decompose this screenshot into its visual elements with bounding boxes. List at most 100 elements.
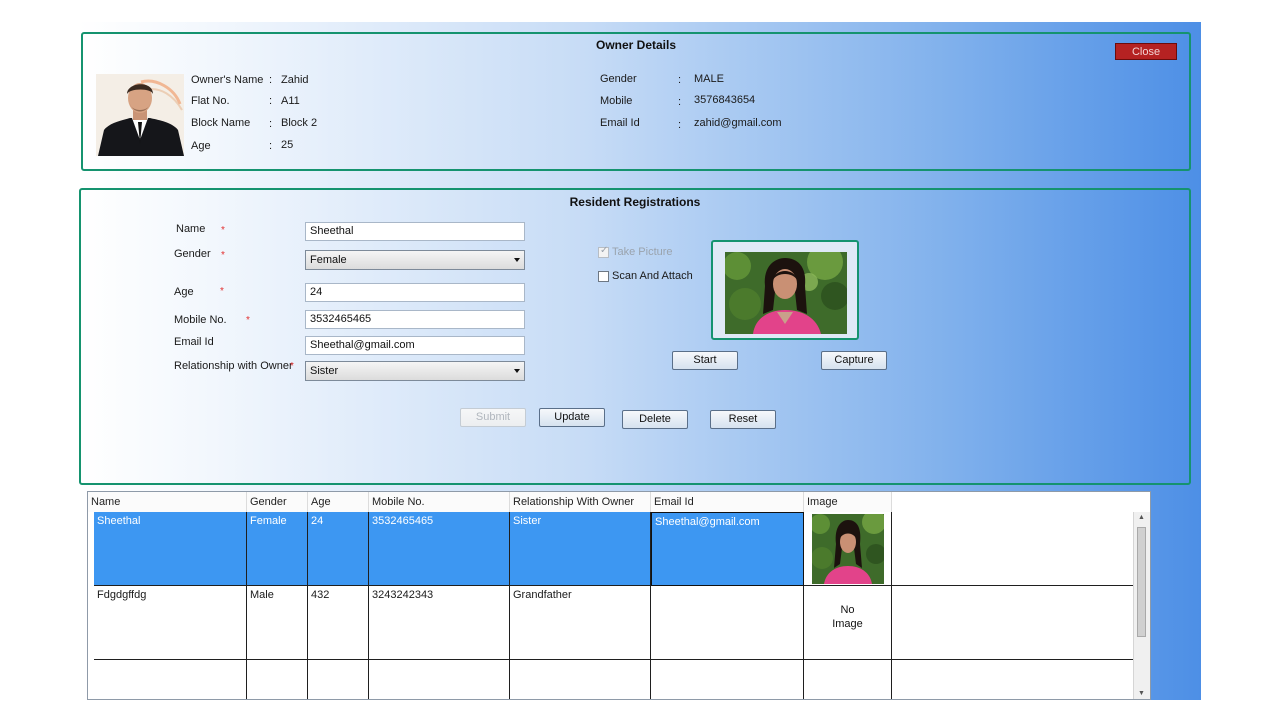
- take-picture-checkbox[interactable]: ✓: [598, 245, 609, 258]
- owner-mobile-sep: :: [678, 96, 682, 108]
- checkmark-icon: ✓: [600, 245, 609, 256]
- resident-thumbnail: [810, 510, 886, 584]
- age-input[interactable]: 24: [305, 283, 525, 302]
- grid-vertical-scrollbar[interactable]: ▲ ▼: [1133, 512, 1150, 699]
- column-header-image[interactable]: Image: [804, 492, 892, 512]
- owner-details-panel: Owner Details Close Owner's Name : Zahid…: [81, 32, 1191, 171]
- empty-cell: [651, 660, 804, 699]
- no-image-text-line2: Image: [832, 618, 863, 630]
- mobile-input[interactable]: 3532465465: [305, 310, 525, 329]
- block-name-label: Block Name: [191, 117, 251, 129]
- relationship-select[interactable]: Sister: [305, 361, 525, 381]
- owner-age-sep: :: [269, 140, 273, 152]
- cell-image[interactable]: No Image: [804, 586, 892, 660]
- cell-name[interactable]: Sheethal: [94, 512, 247, 586]
- email-label: Email Id: [174, 336, 214, 348]
- cell-relationship[interactable]: Sister: [510, 512, 651, 586]
- relationship-label: Relationship with Owner: [174, 360, 293, 372]
- column-header-mobile[interactable]: Mobile No.: [369, 492, 510, 512]
- owner-gender-value: MALE: [694, 73, 724, 85]
- empty-cell: [308, 660, 369, 699]
- owner-age-label: Age: [191, 140, 211, 152]
- cell-age[interactable]: 432: [308, 586, 369, 660]
- cell-mobile[interactable]: 3243242343: [369, 586, 510, 660]
- flat-no-value: A11: [281, 95, 300, 107]
- name-label: Name: [176, 223, 206, 235]
- flat-no-label: Flat No.: [191, 95, 230, 107]
- close-button[interactable]: Close: [1115, 43, 1177, 60]
- owner-age-value: 25: [281, 139, 294, 151]
- relationship-required-mark: *: [290, 361, 294, 372]
- camera-preview-frame: [711, 240, 859, 340]
- cell-email[interactable]: [651, 586, 804, 660]
- owner-email-sep: :: [678, 119, 682, 131]
- owner-name-sep: :: [269, 74, 273, 86]
- age-label: Age: [174, 286, 194, 298]
- owner-mobile-label: Mobile: [600, 95, 633, 107]
- delete-button[interactable]: Delete: [622, 410, 688, 429]
- scroll-down-icon[interactable]: ▼: [1138, 690, 1145, 697]
- empty-cell: [510, 660, 651, 699]
- registration-title: Resident Registrations: [569, 195, 701, 209]
- block-name-value: Block 2: [281, 117, 318, 129]
- cell-relationship[interactable]: Grandfather: [510, 586, 651, 660]
- owner-name-value: Zahid: [281, 74, 309, 86]
- name-required-mark: *: [221, 225, 225, 236]
- cell-mobile[interactable]: 3532465465: [369, 512, 510, 586]
- reset-button[interactable]: Reset: [710, 410, 776, 429]
- age-required-mark: *: [220, 286, 224, 297]
- update-button[interactable]: Update: [539, 408, 605, 427]
- capture-button[interactable]: Capture: [821, 351, 887, 370]
- owner-email-label: Email Id: [600, 117, 640, 129]
- scan-attach-label: Scan And Attach: [612, 270, 693, 282]
- owner-gender-sep: :: [678, 74, 682, 86]
- owner-mobile-value: 3576843654: [694, 94, 756, 106]
- block-name-sep: :: [269, 118, 273, 130]
- cell-gender[interactable]: Male: [247, 586, 308, 660]
- resident-photo: [725, 252, 847, 334]
- cell-filler: [892, 512, 1134, 586]
- residents-grid: Name Gender Age Mobile No. Relationship …: [87, 491, 1151, 700]
- cell-gender[interactable]: Female: [247, 512, 308, 586]
- owner-photo: [96, 74, 184, 156]
- table-row-empty: [88, 660, 1134, 699]
- grid-header: Name Gender Age Mobile No. Relationship …: [88, 492, 1134, 512]
- cell-image[interactable]: [804, 510, 892, 586]
- start-button[interactable]: Start: [672, 351, 738, 370]
- column-header-age[interactable]: Age: [308, 492, 369, 512]
- chevron-down-icon: [514, 258, 520, 262]
- empty-cell: [94, 660, 247, 699]
- scroll-up-icon[interactable]: ▲: [1138, 514, 1145, 521]
- name-input[interactable]: Sheethal: [305, 222, 525, 241]
- column-header-relationship[interactable]: Relationship With Owner: [510, 492, 651, 512]
- column-header-email[interactable]: Email Id: [651, 492, 804, 512]
- owner-gender-label: Gender: [600, 73, 637, 85]
- table-row[interactable]: Sheethal Female 24 3532465465 Sister She…: [88, 510, 1134, 586]
- flat-no-sep: :: [269, 95, 273, 107]
- scroll-thumb[interactable]: [1137, 527, 1146, 637]
- gender-select-value: Female: [310, 254, 347, 266]
- cell-name[interactable]: Fdgdgffdg: [94, 586, 247, 660]
- email-input[interactable]: Sheethal@gmail.com: [305, 336, 525, 355]
- owner-details-title: Owner Details: [595, 38, 677, 52]
- gender-label: Gender: [174, 248, 211, 260]
- column-header-name[interactable]: Name: [88, 492, 247, 512]
- no-image-text-line1: No: [840, 604, 855, 616]
- resident-registration-panel: Resident Registrations Name * Gender * A…: [79, 188, 1191, 485]
- cell-email[interactable]: Sheethal@gmail.com: [651, 512, 804, 586]
- submit-button[interactable]: Submit: [460, 408, 526, 427]
- owner-email-value: zahid@gmail.com: [694, 117, 782, 129]
- relationship-select-value: Sister: [310, 365, 339, 377]
- empty-cell: [369, 660, 510, 699]
- gender-select[interactable]: Female: [305, 250, 525, 270]
- table-row[interactable]: Fdgdgffdg Male 432 3243242343 Grandfathe…: [88, 586, 1134, 660]
- scan-attach-checkbox[interactable]: [598, 271, 609, 282]
- chevron-down-icon: [514, 369, 520, 373]
- cell-age[interactable]: 24: [308, 512, 369, 586]
- mobile-label: Mobile No.: [174, 314, 227, 326]
- empty-cell: [804, 660, 892, 699]
- owner-name-label: Owner's Name: [191, 74, 264, 86]
- column-header-gender[interactable]: Gender: [247, 492, 308, 512]
- empty-cell: [247, 660, 308, 699]
- take-picture-label: Take Picture: [612, 246, 673, 258]
